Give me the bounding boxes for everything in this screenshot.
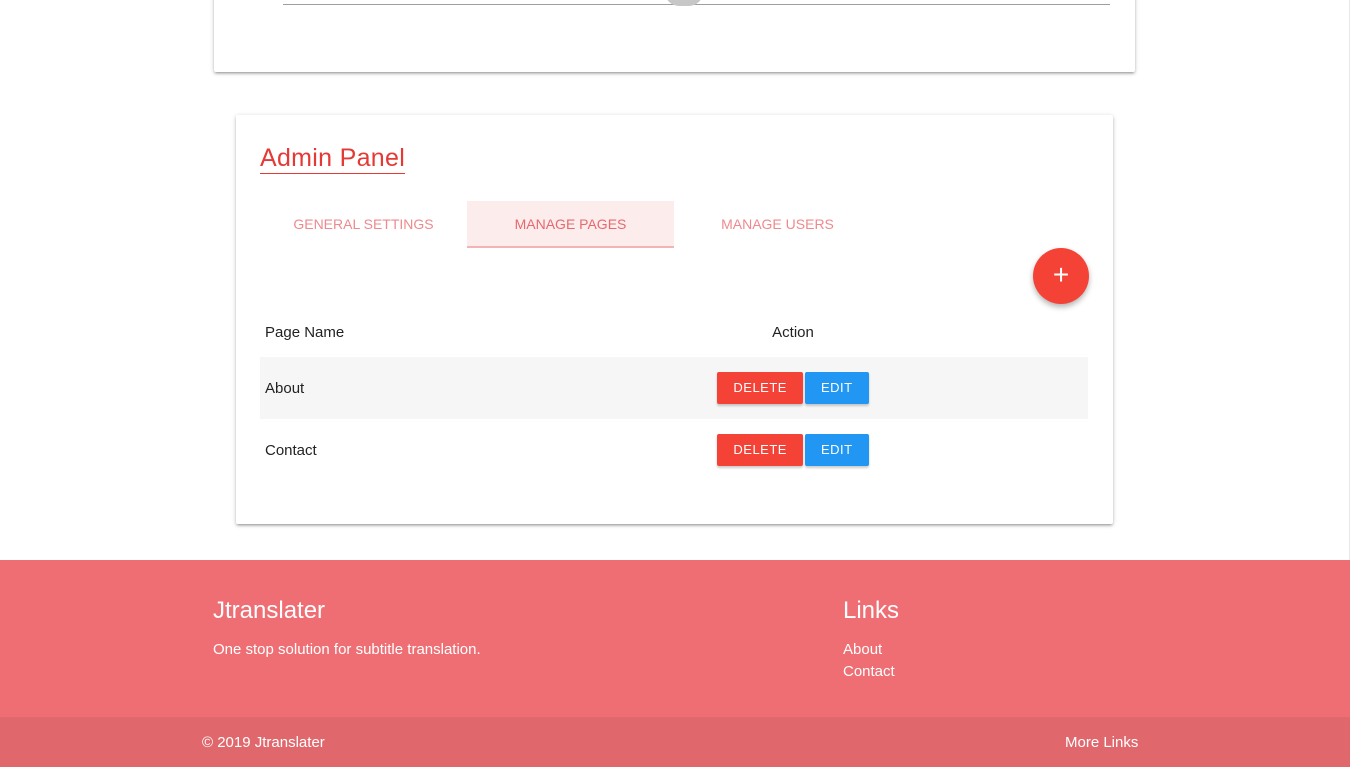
page-name: About (260, 357, 693, 419)
slider-thumb[interactable] (665, 0, 703, 6)
table-row: About DELETE EDIT (260, 357, 1088, 419)
tab-manage-pages[interactable]: MANAGE PAGES (467, 201, 674, 248)
table-row: Contact DELETE EDIT (260, 419, 1088, 481)
footer-tagline: One stop solution for subtitle translati… (213, 641, 481, 658)
footer: Jtranslater One stop solution for subtit… (0, 560, 1350, 717)
delete-button[interactable]: DELETE (717, 434, 803, 466)
admin-tabs: GENERAL SETTINGS MANAGE PAGES MANAGE USE… (260, 201, 881, 248)
edit-button[interactable]: EDIT (804, 372, 869, 404)
tab-general-settings[interactable]: GENERAL SETTINGS (260, 201, 467, 248)
add-page-button[interactable]: + (1033, 248, 1089, 304)
top-card (214, 0, 1135, 72)
header-page-name: Page Name (265, 323, 345, 341)
copyright-text: © 2019 Jtranslater (202, 734, 325, 751)
spacer-cell (898, 357, 1088, 419)
action-cell: DELETE EDIT (693, 419, 898, 481)
admin-panel-title: Admin Panel (260, 144, 406, 174)
header-spacer (898, 307, 1088, 357)
header-action: Action (772, 323, 814, 341)
footer-link-about[interactable]: About (843, 641, 882, 658)
edit-button[interactable]: EDIT (804, 434, 869, 466)
footer-links-title: Links (843, 597, 900, 624)
footer-brand: Jtranslater (213, 597, 326, 624)
tab-manage-users[interactable]: MANAGE USERS (674, 201, 881, 248)
page-name: Contact (265, 441, 317, 459)
delete-button[interactable]: DELETE (717, 372, 803, 404)
pages-table: Page Name Action About DELETE EDIT Contac… (260, 307, 1088, 481)
slider-track[interactable] (283, 4, 1110, 5)
copyright-bar: © 2019 Jtranslater More Links (0, 717, 1350, 767)
admin-panel-card: Admin Panel GENERAL SETTINGS MANAGE PAGE… (236, 115, 1113, 524)
action-cell: DELETE EDIT (693, 357, 898, 419)
table-header-row: Page Name Action (260, 307, 1088, 357)
more-links-link[interactable]: More Links (1065, 734, 1138, 751)
spacer-cell (898, 419, 1088, 481)
footer-link-contact[interactable]: Contact (843, 663, 895, 680)
